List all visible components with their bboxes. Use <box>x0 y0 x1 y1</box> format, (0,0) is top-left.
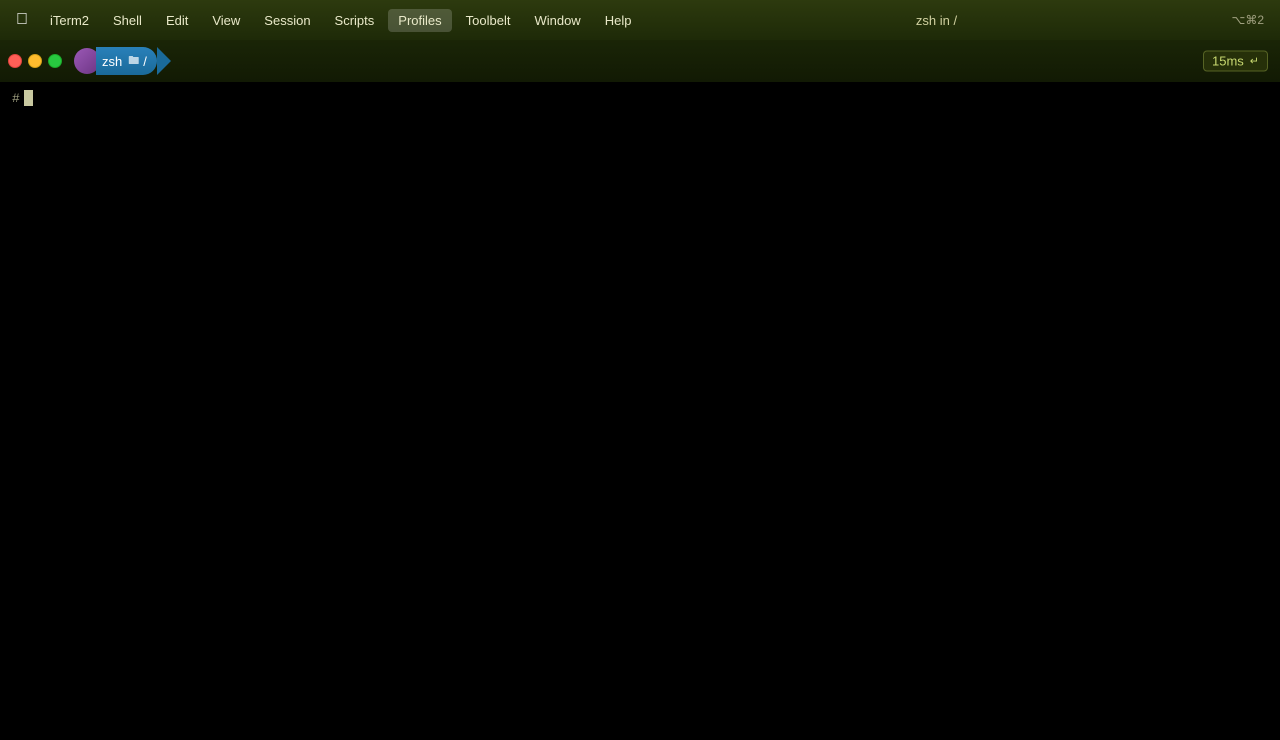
timer-badge: 15ms ↵ <box>1203 51 1268 72</box>
menu-profiles[interactable]: Profiles <box>388 9 451 32</box>
menu-toolbelt[interactable]: Toolbelt <box>456 9 521 32</box>
menu-view[interactable]: View <box>202 9 250 32</box>
timer-arrow-icon: ↵ <box>1250 55 1259 68</box>
menu-window[interactable]: Window <box>524 9 590 32</box>
menu-iterm2[interactable]: iTerm2 <box>40 9 99 32</box>
menu-scripts[interactable]: Scripts <box>325 9 385 32</box>
window-title: zsh in / <box>645 13 1227 28</box>
close-button[interactable] <box>8 54 22 68</box>
tab-folder-icon: 🖿 <box>128 52 139 71</box>
tab-path: / <box>143 54 147 69</box>
menu-shell[interactable]: Shell <box>103 9 152 32</box>
window-shortcut: ⌥⌘2 <box>1231 13 1272 27</box>
timer-value: 15ms <box>1212 54 1244 69</box>
tabbar: zsh 🖿 / 15ms ↵ <box>0 40 1280 82</box>
tab-zsh[interactable]: zsh 🖿 / <box>74 47 171 75</box>
traffic-lights <box>8 54 62 68</box>
prompt-symbol: # <box>12 91 20 106</box>
minimize-button[interactable] <box>28 54 42 68</box>
menu-edit[interactable]: Edit <box>156 9 198 32</box>
cursor <box>24 90 33 106</box>
menubar:  iTerm2 Shell Edit View Session Scripts… <box>0 0 1280 40</box>
tab-body: zsh 🖿 / <box>96 47 157 75</box>
prompt-line: # <box>12 90 1268 106</box>
tab-chevron <box>157 47 171 75</box>
terminal-area[interactable]: # <box>0 82 1280 740</box>
menu-session[interactable]: Session <box>254 9 320 32</box>
menu-help[interactable]: Help <box>595 9 642 32</box>
tab-name: zsh <box>102 54 122 69</box>
apple-menu[interactable]:  <box>8 7 36 33</box>
maximize-button[interactable] <box>48 54 62 68</box>
